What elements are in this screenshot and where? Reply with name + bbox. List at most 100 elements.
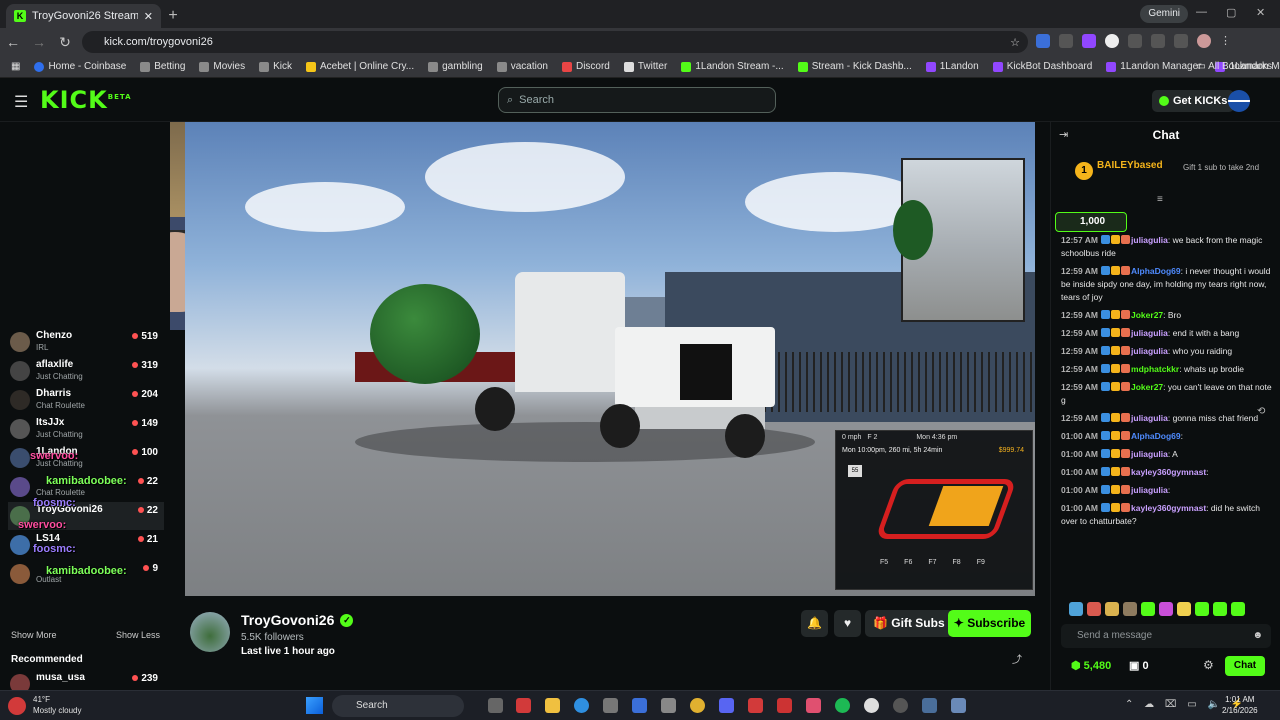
gemini-button[interactable]: Gemini — [1140, 5, 1188, 23]
show-less-link[interactable]: Show Less — [116, 630, 160, 640]
bookmark-item[interactable]: Home - Coinbase — [29, 61, 131, 72]
app-icon[interactable] — [951, 698, 966, 713]
bookmark-star-icon[interactable]: ☆ — [1010, 36, 1020, 49]
sidebar-channel[interactable]: LS14 21 — [8, 531, 164, 559]
notification-bell-button[interactable]: 🔔 — [801, 610, 828, 637]
message-username[interactable]: AlphaDog69 — [1131, 431, 1181, 441]
discord-icon[interactable] — [719, 698, 734, 713]
scroll-down-icon[interactable]: ⟲ — [1257, 406, 1265, 417]
channel-avatar[interactable] — [190, 612, 230, 652]
message-username[interactable]: mdphatckkr — [1131, 364, 1179, 374]
message-username[interactable]: Joker27 — [1131, 382, 1163, 392]
task-view-icon[interactable] — [488, 698, 503, 713]
message-username[interactable]: juliagulia — [1131, 485, 1168, 495]
subscribe-button[interactable]: ✦ Subscribe — [948, 610, 1031, 637]
extension-icon[interactable] — [1059, 34, 1073, 48]
bookmark-item[interactable]: Twitter — [619, 61, 672, 72]
bookmark-item[interactable]: Stream - Kick Dashb... — [793, 61, 917, 72]
minimize-icon[interactable]: — — [1196, 6, 1207, 18]
close-window-icon[interactable]: ✕ — [1256, 6, 1265, 19]
video-player[interactable]: 0 mph F 2 Mon 4:36 pm Mon 10:00pm, 260 m… — [185, 122, 1035, 596]
gift-subs-button[interactable]: 🎁 Gift Subs — [865, 610, 953, 637]
pinned-gifter-banner[interactable]: 1 BAILEYbased Gift 1 sub to take 2nd — [1057, 156, 1275, 190]
follow-heart-button[interactable]: ♥ — [834, 610, 861, 637]
bookmark-folder[interactable]: Kick — [254, 61, 297, 72]
sidebar-channel[interactable]: Dharris Chat Roulette 204 — [8, 386, 164, 414]
back-icon[interactable]: ← — [0, 34, 26, 50]
bookmark-item[interactable]: KickBot Dashboard — [988, 61, 1098, 72]
bookmark-folder[interactable]: Betting — [135, 61, 190, 72]
bookmark-item[interactable]: Discord — [557, 61, 615, 72]
message-username[interactable]: juliagulia — [1131, 328, 1168, 338]
media-icon[interactable] — [1151, 34, 1165, 48]
all-bookmarks-button[interactable]: ▭ All Bookmarks — [1196, 61, 1272, 72]
hamburger-menu-icon[interactable]: ☰ — [14, 92, 28, 112]
sidebar-icon[interactable] — [1174, 34, 1188, 48]
app-icon[interactable] — [777, 698, 792, 713]
forward-icon[interactable]: → — [26, 34, 52, 50]
app-icon[interactable] — [632, 698, 647, 713]
emoji-picker-icon[interactable]: ☻ — [1252, 624, 1263, 648]
search-input[interactable]: ⌕ Search — [498, 87, 776, 113]
profile-avatar-icon[interactable] — [1197, 34, 1211, 48]
file-explorer-icon[interactable] — [545, 698, 560, 713]
emote-icon[interactable] — [1141, 602, 1155, 616]
taskbar-clock[interactable]: 1:01 AM 2/16/2026 — [1222, 694, 1258, 716]
bookmark-folder[interactable]: vacation — [492, 61, 553, 72]
obs-icon[interactable] — [864, 698, 879, 713]
app-icon[interactable] — [922, 698, 937, 713]
browser-tab[interactable]: K TroyGovoni26 Stream - Watch L ✕ — [6, 4, 161, 28]
sidebar-channel[interactable]: ItsJJx Just Chatting 149 — [8, 415, 164, 443]
bookmark-folder[interactable]: gambling — [423, 61, 488, 72]
bookmark-item[interactable]: 1Landon Manager — [1101, 61, 1206, 72]
message-username[interactable]: juliagulia — [1131, 449, 1168, 459]
bookmark-folder[interactable]: Movies — [194, 61, 250, 72]
app-icon[interactable] — [516, 698, 531, 713]
message-username[interactable]: juliagulia — [1131, 346, 1168, 356]
message-username[interactable]: kayley360gymnast — [1131, 467, 1206, 477]
chat-settings-gear-icon[interactable]: ⚙ — [1203, 658, 1214, 672]
taskbar-search[interactable]: Search — [332, 695, 464, 717]
user-avatar[interactable] — [1228, 90, 1250, 112]
emote-icon[interactable] — [1069, 602, 1083, 616]
emote-icon[interactable] — [1159, 602, 1173, 616]
emote-icon[interactable] — [1105, 602, 1119, 616]
settings-icon[interactable] — [661, 698, 676, 713]
edge-icon[interactable] — [574, 698, 589, 713]
weather-icon[interactable] — [8, 697, 26, 715]
redeem-count[interactable]: ▣ 0 — [1129, 659, 1149, 672]
emote-icon[interactable] — [1087, 602, 1101, 616]
collapse-chat-icon[interactable]: ⇥ — [1059, 128, 1068, 141]
twitch-extension-icon[interactable] — [1082, 34, 1096, 48]
extension-icon[interactable] — [1105, 34, 1119, 48]
message-username[interactable]: Joker27 — [1131, 310, 1163, 320]
get-kicks-button[interactable]: Get KICKs — [1152, 90, 1235, 112]
share-icon[interactable]: ⤴ — [1012, 651, 1022, 666]
emote-icon[interactable] — [1231, 602, 1245, 616]
menu-kebab-icon[interactable]: ⋮ — [1220, 34, 1234, 48]
maximize-icon[interactable]: ▢ — [1226, 6, 1236, 19]
message-username[interactable]: AlphaDog69 — [1131, 266, 1181, 276]
app-icon[interactable] — [893, 698, 908, 713]
kicks-balance[interactable]: ⬢ 5,480 — [1071, 659, 1111, 672]
store-icon[interactable] — [603, 698, 618, 713]
chat-message-input[interactable]: Send a message ☻ — [1061, 624, 1271, 648]
windows-start-icon[interactable] — [306, 697, 323, 714]
message-username[interactable]: juliagulia — [1131, 413, 1168, 423]
weather-widget[interactable]: 41°F Mostly cloudy — [33, 694, 81, 716]
chrome-icon[interactable] — [690, 698, 705, 713]
bookmark-item[interactable]: 1Landon — [921, 61, 984, 72]
message-username[interactable]: kayley360gymnast — [1131, 503, 1206, 513]
apps-grid-icon[interactable]: ▦ — [6, 61, 25, 72]
puzzle-extensions-icon[interactable] — [1128, 34, 1142, 48]
send-chat-button[interactable]: Chat — [1225, 656, 1265, 676]
app-icon[interactable] — [748, 698, 763, 713]
channel-name[interactable]: TroyGovoni26 ✓ — [241, 612, 354, 628]
url-bar[interactable]: kick.com/troygovoni26 ☆ — [82, 31, 1028, 53]
kick-logo[interactable]: KICKBETA — [40, 86, 132, 114]
expand-leaderboard-icon[interactable]: ≡ — [1157, 194, 1163, 205]
emote-icon[interactable] — [1195, 602, 1209, 616]
message-username[interactable]: juliagulia — [1131, 235, 1168, 245]
new-tab-button[interactable]: + — [161, 4, 185, 28]
emote-icon[interactable] — [1123, 602, 1137, 616]
